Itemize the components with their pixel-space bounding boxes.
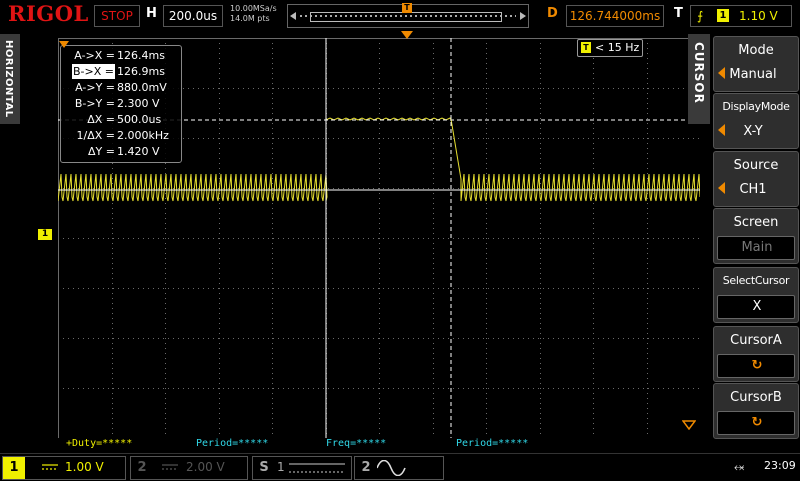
knob-rotate-icon: ↻ (751, 415, 763, 430)
dc-coupling-icon (162, 464, 178, 470)
softkey-value: Main (741, 240, 773, 255)
readout-key: 1/ΔX = (76, 129, 115, 142)
ch2-button[interactable]: 2 2.00 V (130, 456, 248, 480)
readout-key: B->X = (72, 64, 115, 79)
softkey-screen[interactable]: Screen Main (713, 208, 799, 264)
readout-key: A->X = (74, 49, 115, 62)
trigger-position-marker[interactable] (401, 31, 413, 39)
arrow-left-icon (290, 12, 296, 20)
clock: 23:09 (764, 459, 796, 472)
trigger-level: 1.10 V (739, 9, 778, 23)
readout-value: 2.300 V (117, 97, 160, 110)
ch2-number: 2 (137, 460, 147, 475)
readout-value: 126.4ms (117, 49, 165, 62)
readout-row: A->X = 126.4ms (61, 48, 181, 63)
memory-depth: 14.0M pts (230, 14, 270, 23)
readout-row: ΔY = 1.420 V (61, 144, 181, 159)
softkey-value: Manual (729, 67, 777, 82)
softkey-value: CH1 (739, 182, 767, 197)
frequency-counter: T < 15 Hz (577, 39, 643, 57)
readout-row: ΔX = 500.0us (61, 112, 181, 127)
memory-window (310, 12, 502, 22)
dc-coupling-icon (42, 464, 58, 470)
softkey-title: CursorB (730, 390, 782, 405)
arrow-right-icon (520, 12, 526, 20)
ch1-scale: 1.00 V (65, 460, 104, 474)
readout-key: ΔX = (87, 113, 115, 126)
horizontal-label: H (146, 6, 157, 21)
measurement-duty[interactable]: +Duty=***** (66, 438, 132, 449)
delay-value[interactable]: 126.744000ms (566, 5, 664, 27)
softkey-title: Source (733, 158, 779, 173)
ch1-offset-marker[interactable]: 1 (38, 229, 52, 240)
ch1-number: 1 (3, 457, 25, 479)
softkey-title: CursorA (730, 333, 782, 348)
softkey-title: Screen (733, 215, 779, 230)
brand-logo: RIGOL (8, 1, 89, 26)
softkey-value-box: Main (717, 236, 795, 260)
softkey-source[interactable]: Source CH1 (713, 151, 799, 207)
readout-value: 1.420 V (117, 145, 160, 158)
rising-edge-icon: ⨍ (697, 9, 704, 23)
softkey-title: Mode (738, 43, 774, 58)
sample-rate: 10.00MSa/s (230, 4, 277, 13)
softkey-display-mode[interactable]: DisplayMode X-Y (713, 93, 799, 149)
softkey-select-cursor[interactable]: SelectCursor X (713, 267, 799, 323)
readout-key: ΔY = (88, 145, 115, 158)
delay-label: D (547, 6, 558, 21)
measurement-period[interactable]: Period=***** (196, 438, 268, 449)
frequency-value: < 15 Hz (595, 41, 640, 54)
run-stop-status[interactable]: STOP (94, 5, 140, 27)
usb-icon: ⬾ (734, 460, 745, 475)
math-number: 2 (361, 460, 371, 475)
sine-wave-icon (377, 460, 406, 476)
readout-value: 126.9ms (117, 65, 165, 78)
ch2-scale: 2.00 V (186, 460, 225, 474)
cursor-menu-tab[interactable]: CURSOR (688, 34, 710, 124)
horizontal-tab[interactable]: HORIZONTAL (0, 34, 20, 124)
trigger-icon: T (581, 42, 591, 53)
sample-info: 10.00MSa/s 14.0M pts (230, 4, 277, 24)
math-button[interactable]: 2 (354, 456, 444, 480)
softkey-value-box: ↻ (717, 354, 795, 378)
cursor-menu-tab-label: CURSOR (692, 42, 706, 104)
ch1-button[interactable]: 1 1.00 V (2, 456, 126, 480)
readout-key: A->Y = (75, 81, 115, 94)
measurement-freq[interactable]: Freq=***** (326, 438, 386, 449)
horizontal-tab-label: HORIZONTAL (3, 40, 14, 118)
serial-decode-button[interactable]: S 1 (252, 456, 352, 480)
softkey-cursor-b[interactable]: CursorB ↻ (713, 383, 799, 439)
trigger-position-icon: T (402, 3, 412, 13)
trigger-level-arrow-icon (682, 420, 696, 430)
memory-position-bar[interactable]: T (287, 3, 529, 28)
softkey-title: DisplayMode (722, 100, 790, 113)
timebase-value[interactable]: 200.0us (163, 5, 223, 27)
cursor-readout-panel: A->X = 126.4ms B->X = 126.9ms A->Y = 880… (59, 41, 182, 163)
readout-row: B->Y = 2.300 V (61, 96, 181, 111)
softkey-cursor-a[interactable]: CursorA ↻ (713, 326, 799, 382)
trigger-channel: 1 (717, 9, 729, 22)
serial-label: S (259, 460, 269, 475)
measurement-period-2[interactable]: Period=***** (456, 438, 528, 449)
serial-bus-icon (289, 463, 345, 473)
readout-key: B->Y = (74, 97, 115, 110)
softkey-value: X (752, 299, 762, 314)
softkey-title: SelectCursor (722, 274, 790, 287)
softkey-value: X-Y (743, 124, 763, 139)
softkey-value-box: X (717, 295, 795, 319)
readout-value: 880.0mV (117, 81, 167, 94)
readout-value: 500.0us (117, 113, 162, 126)
cursor-indicator-icon (59, 41, 69, 48)
readout-row: A->Y = 880.0mV (61, 80, 181, 95)
softkey-mode[interactable]: Mode Manual (713, 36, 799, 92)
readout-value: 2.000kHz (117, 129, 169, 142)
trigger-settings[interactable]: ⨍ 1 1.10 V (690, 5, 792, 27)
trigger-label: T (674, 6, 683, 21)
readout-row: 1/ΔX = 2.000kHz (61, 128, 181, 143)
knob-rotate-icon: ↻ (751, 358, 763, 373)
serial-number: 1 (277, 460, 285, 474)
readout-row: B->X = 126.9ms (61, 64, 181, 79)
softkey-value-box: ↻ (717, 411, 795, 435)
